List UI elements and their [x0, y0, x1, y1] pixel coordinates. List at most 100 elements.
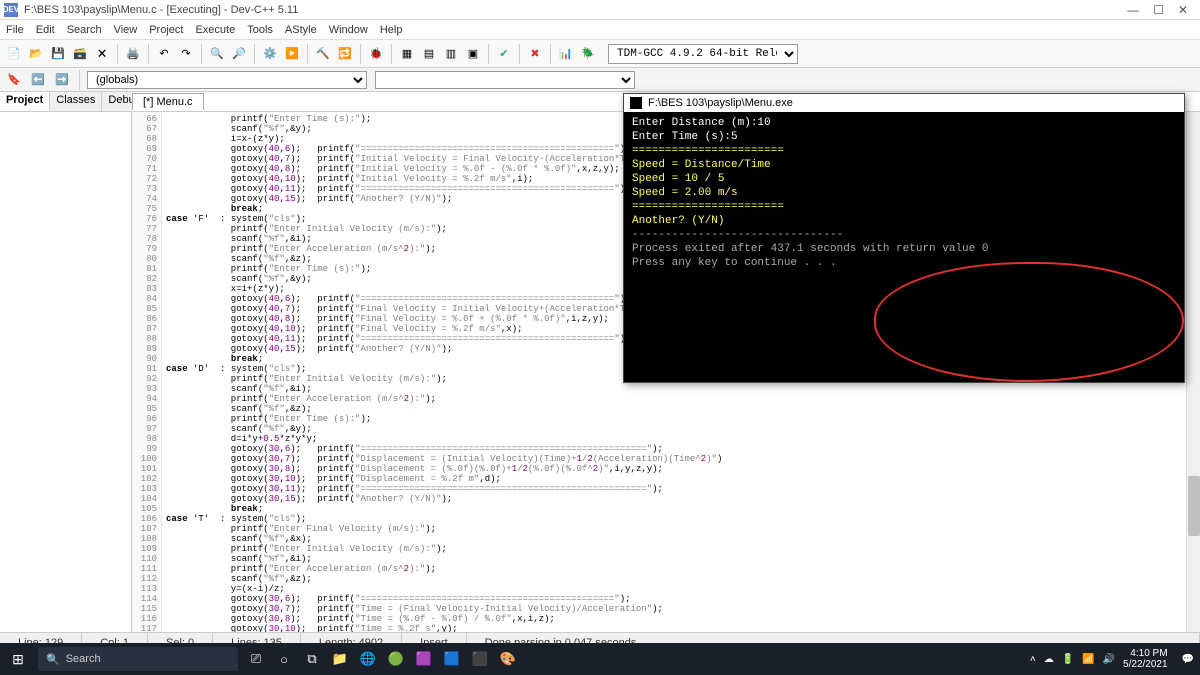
menu-project[interactable]: Project [149, 24, 183, 36]
chrome-icon[interactable]: 🟢 [386, 649, 406, 669]
console-output-line: -------------------------------- [632, 228, 1176, 242]
explorer-icon[interactable]: 📁 [330, 649, 350, 669]
menu-edit[interactable]: Edit [36, 24, 55, 36]
toolbar: 📄 📂 💾 🗃️ 🗙 🖨️ ↶ ↷ 🔍 🔎 ⚙️ ▶️ 🔨 🔁 🐞 ▦ ▤ ▥ … [0, 40, 1200, 68]
find-icon[interactable]: 🔍 [207, 44, 227, 64]
grid1-icon[interactable]: ▦ [397, 44, 417, 64]
globals-select[interactable]: (globals) [87, 71, 367, 89]
save-icon[interactable]: 💾 [48, 44, 68, 64]
annotation-circle [874, 262, 1184, 382]
tray-notification-icon[interactable]: 💬 [1182, 654, 1194, 665]
menu-astyle[interactable]: AStyle [285, 24, 317, 36]
toolbar-sep [148, 44, 149, 64]
debug-icon[interactable]: 🐞 [366, 44, 386, 64]
toolbar-sep [550, 44, 551, 64]
console-task-icon[interactable]: ⬛ [470, 649, 490, 669]
file-tab-menu-c[interactable]: [*] Menu.c [132, 93, 204, 110]
console-output-line: Another? (Y/N) [632, 214, 1176, 228]
save-all-icon[interactable]: 🗃️ [70, 44, 90, 64]
back-icon[interactable]: ⬅️ [28, 70, 48, 90]
grid3-icon[interactable]: ▥ [441, 44, 461, 64]
title-bar: DEV F:\BES 103\payslip\Menu.c - [Executi… [0, 0, 1200, 20]
side-panel: Project Classes Debug [0, 92, 132, 632]
toolbar-sep [488, 44, 489, 64]
search-placeholder: Search [66, 653, 101, 665]
console-output-line: Speed = Distance/Time [632, 158, 1176, 172]
open-file-icon[interactable]: 📂 [26, 44, 46, 64]
vertical-scrollbar[interactable] [1186, 112, 1200, 632]
taskview-icon[interactable]: ⎚ [246, 649, 266, 669]
start-button[interactable]: ⊞ [6, 647, 30, 671]
menu-tools[interactable]: Tools [247, 24, 273, 36]
toolbar-sep [254, 44, 255, 64]
close-file-icon[interactable]: 🗙 [92, 44, 112, 64]
toolbar-sep [519, 44, 520, 64]
tab-classes[interactable]: Classes [50, 92, 102, 111]
tray-onedrive-icon[interactable]: ☁ [1044, 654, 1054, 665]
tab-project[interactable]: Project [0, 92, 50, 111]
console-output-line: Speed = 10 / 5 [632, 172, 1176, 186]
console-window[interactable]: F:\BES 103\payslip\Menu.exe Enter Distan… [623, 93, 1185, 383]
run-icon[interactable]: ▶️ [282, 44, 302, 64]
devcpp-icon[interactable]: 🟦 [442, 649, 462, 669]
toolbar-sep [360, 44, 361, 64]
new-file-icon[interactable]: 📄 [4, 44, 24, 64]
tray-chevron-icon[interactable]: ˄ [1030, 654, 1036, 665]
print-icon[interactable]: 🖨️ [123, 44, 143, 64]
nav-bar: 🔖 ⬅️ ➡️ (globals) [0, 68, 1200, 92]
taskview2-icon[interactable]: ⧉ [302, 649, 322, 669]
close-button[interactable]: ✕ [1178, 3, 1188, 17]
members-select[interactable] [375, 71, 635, 89]
forward-icon[interactable]: ➡️ [52, 70, 72, 90]
rebuild-icon[interactable]: 🔁 [335, 44, 355, 64]
menu-bar: File Edit Search View Project Execute To… [0, 20, 1200, 40]
check-icon[interactable]: ✔ [494, 44, 514, 64]
paint-icon[interactable]: 🎨 [498, 649, 518, 669]
cortana-icon[interactable]: ○ [274, 649, 294, 669]
console-output-line: Press any key to continue . . . [632, 256, 1176, 270]
minimize-button[interactable]: — [1127, 3, 1139, 17]
toolbar-sep [391, 44, 392, 64]
scrollbar-thumb[interactable] [1188, 476, 1200, 536]
replace-icon[interactable]: 🔎 [229, 44, 249, 64]
app1-icon[interactable]: 🟪 [414, 649, 434, 669]
tray-volume-icon[interactable]: 🔊 [1103, 654, 1115, 665]
goto-bookmark-icon[interactable]: 🔖 [4, 70, 24, 90]
compile-run-icon[interactable]: 🔨 [313, 44, 333, 64]
tray-battery-icon[interactable]: 🔋 [1062, 654, 1074, 665]
menu-execute[interactable]: Execute [195, 24, 235, 36]
bug-icon[interactable]: 🪲 [578, 44, 598, 64]
compile-icon[interactable]: ⚙️ [260, 44, 280, 64]
side-tabs: Project Classes Debug [0, 92, 131, 112]
grid2-icon[interactable]: ▤ [419, 44, 439, 64]
console-body[interactable]: Enter Distance (m):10Enter Time (s):5 ==… [624, 112, 1184, 382]
console-output-line: ======================= [632, 200, 1176, 214]
grid4-icon[interactable]: ▣ [463, 44, 483, 64]
edge-icon[interactable]: 🌐 [358, 649, 378, 669]
console-output-line: Speed = 2.00 m/s [632, 186, 1176, 200]
toolbar-sep [117, 44, 118, 64]
taskbar-search[interactable]: 🔍 Search [38, 647, 238, 671]
compiler-select[interactable]: TDM-GCC 4.9.2 64-bit Release [608, 44, 798, 64]
system-tray: ˄ ☁ 🔋 📶 🔊 4:10 PM 5/22/2021 💬 [1030, 648, 1194, 670]
taskbar-clock[interactable]: 4:10 PM 5/22/2021 [1123, 648, 1174, 670]
tray-wifi-icon[interactable]: 📶 [1082, 654, 1094, 665]
app-icon: DEV [4, 3, 18, 17]
console-title-bar[interactable]: F:\BES 103\payslip\Menu.exe [624, 94, 1184, 112]
console-output-line: Enter Distance (m):10 [632, 116, 1176, 130]
menu-help[interactable]: Help [380, 24, 403, 36]
menu-file[interactable]: File [6, 24, 24, 36]
menu-window[interactable]: Window [329, 24, 368, 36]
menu-search[interactable]: Search [67, 24, 102, 36]
undo-icon[interactable]: ↶ [154, 44, 174, 64]
toolbar-sep [201, 44, 202, 64]
profile-icon[interactable]: 📊 [556, 44, 576, 64]
console-icon [630, 97, 642, 109]
maximize-button[interactable]: ☐ [1153, 3, 1164, 17]
console-title-text: F:\BES 103\payslip\Menu.exe [648, 97, 793, 109]
abort-icon[interactable]: ✖ [525, 44, 545, 64]
console-output-line: Enter Time (s):5 [632, 130, 1176, 144]
redo-icon[interactable]: ↷ [176, 44, 196, 64]
search-icon: 🔍 [46, 653, 60, 666]
menu-view[interactable]: View [114, 24, 138, 36]
